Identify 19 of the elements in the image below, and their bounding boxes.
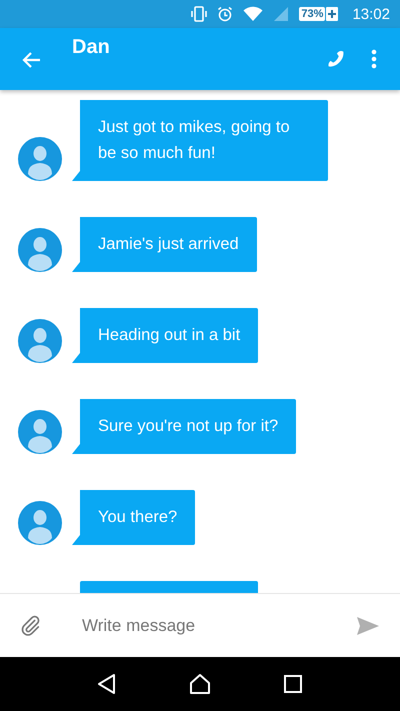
recents-icon[interactable]: [282, 673, 304, 695]
back-icon[interactable]: [96, 673, 118, 695]
avatar-icon: [18, 501, 62, 545]
avatar-icon: [18, 137, 62, 181]
more-options-icon[interactable]: [371, 49, 377, 69]
battery-level: 73%: [299, 7, 326, 21]
signal-icon: [273, 6, 290, 22]
avatar-icon: [18, 319, 62, 363]
contact-name: Dan: [72, 36, 111, 59]
message-input[interactable]: Write message: [80, 614, 356, 636]
alarm-icon: [217, 6, 234, 22]
paperclip-icon[interactable]: [20, 614, 42, 636]
clock-time: 13:02: [352, 6, 390, 22]
wifi-icon: [243, 6, 264, 22]
avatar-icon: [18, 228, 62, 272]
home-icon[interactable]: [188, 673, 211, 695]
charging-icon: [326, 7, 338, 21]
vibrate-icon: [191, 6, 208, 22]
avatar-icon: [18, 410, 62, 454]
